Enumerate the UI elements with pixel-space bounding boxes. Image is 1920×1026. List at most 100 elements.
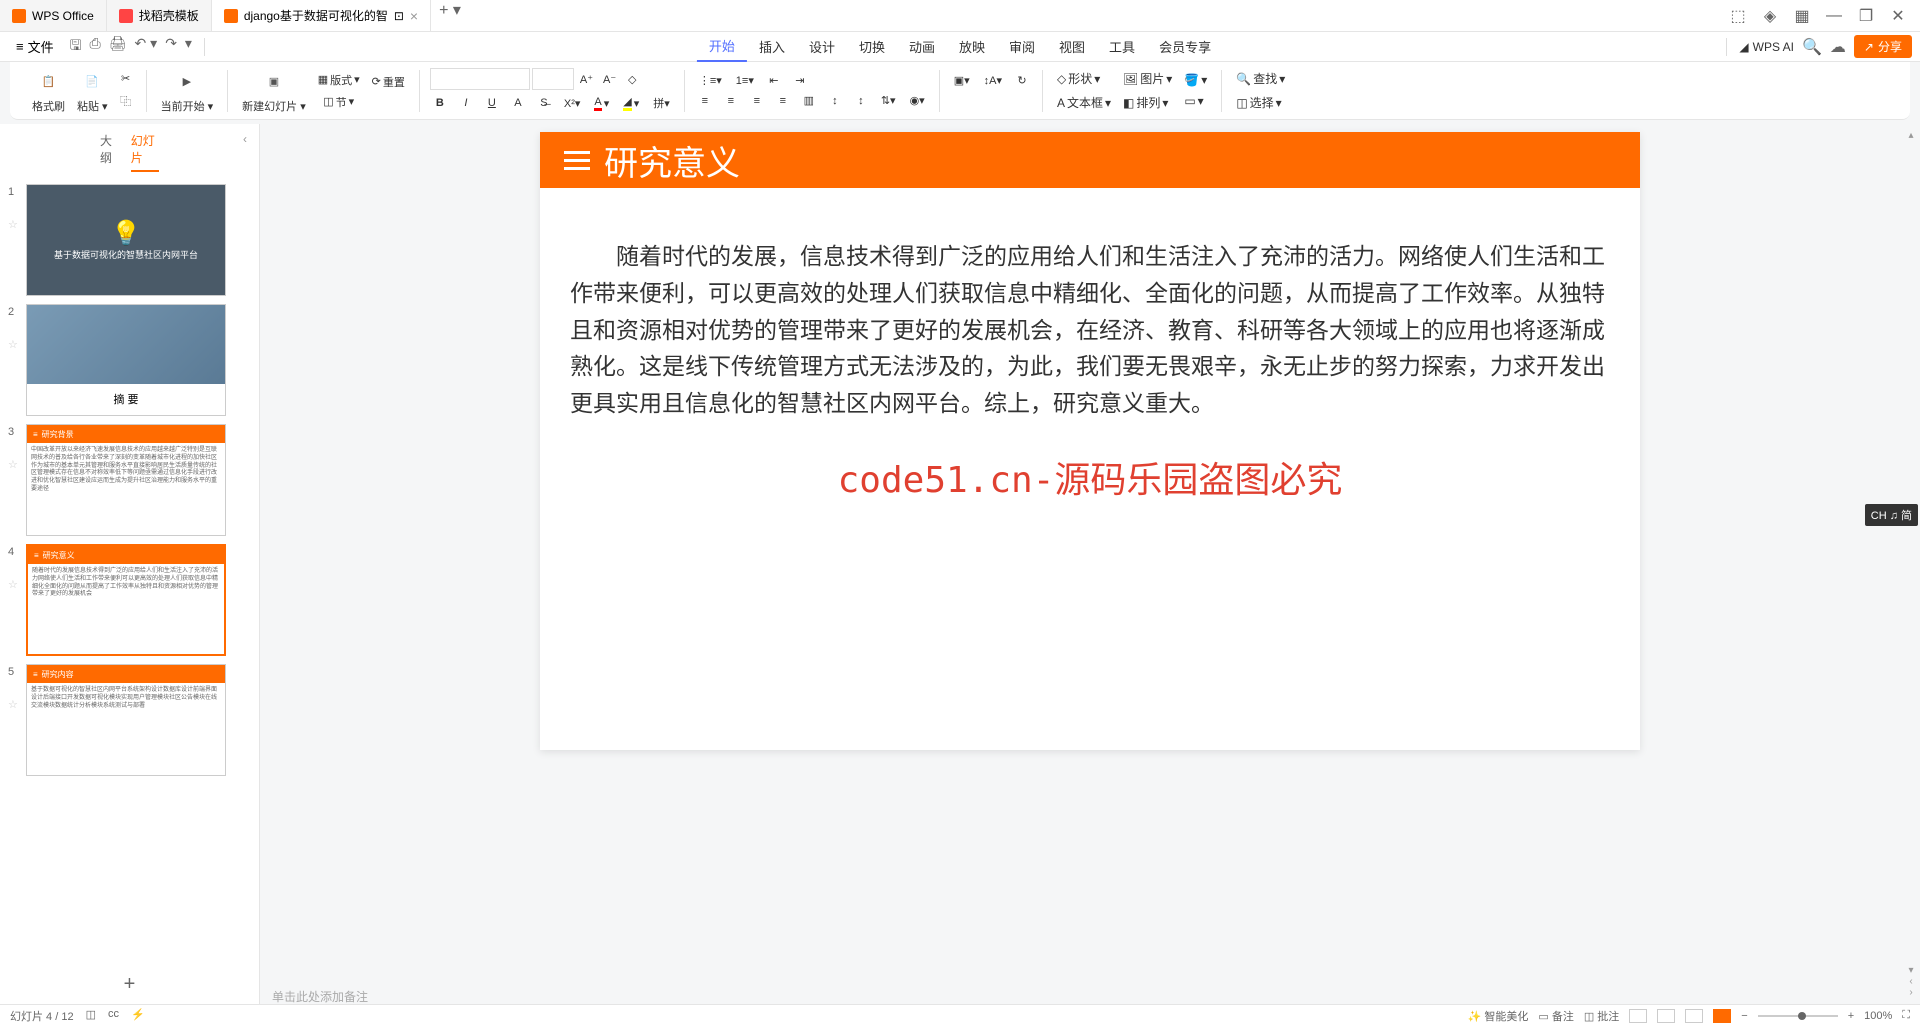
bullets-button[interactable]: ⋮≡▾	[695, 72, 726, 89]
text-direction-button[interactable]: ◉▾	[906, 92, 929, 109]
smart-beautify-button[interactable]: ✨ 智能美化	[1468, 1008, 1529, 1024]
close-icon[interactable]: ×	[410, 8, 418, 24]
outline-tab-slides[interactable]: 幻灯片	[131, 132, 159, 172]
file-menu[interactable]: ≡ 文件	[8, 37, 62, 56]
share-button[interactable]: ↗ 分享	[1854, 35, 1912, 58]
bold-button[interactable]: B	[430, 93, 450, 113]
find-button[interactable]: 🔍查找 ▾	[1232, 68, 1289, 89]
slide-title[interactable]: 研究意义	[604, 136, 740, 185]
decrease-indent-button[interactable]: ⇤	[764, 72, 784, 89]
body-paragraph[interactable]: 随着时代的发展，信息技术得到广泛的应用给人们和生活注入了充沛的活力。网络使人们生…	[570, 238, 1610, 422]
superscript-button[interactable]: X²▾	[560, 93, 585, 113]
slide-body[interactable]: 随着时代的发展，信息技术得到广泛的应用给人们和生活注入了充沛的活力。网络使人们生…	[540, 188, 1640, 750]
app-tab-template[interactable]: 找稻壳模板	[107, 0, 212, 31]
menu-review[interactable]: 审阅	[997, 32, 1047, 62]
slide-thumb-3[interactable]: 3☆ ≡研究背景 中国改革开放以来经济飞速发展信息技术的应用越来越广泛特别是互联…	[8, 424, 251, 536]
print-preview-icon[interactable]: 🖨	[109, 35, 127, 59]
zoom-out-button[interactable]: −	[1741, 1010, 1747, 1022]
star-icon[interactable]: ☆	[8, 438, 20, 471]
fill-button[interactable]: 🪣▾	[1180, 71, 1211, 89]
menu-slideshow[interactable]: 放映	[947, 32, 997, 62]
align-right-button[interactable]: ≡	[747, 92, 767, 109]
copy-button[interactable]: ⿻	[116, 91, 136, 111]
layout-button[interactable]: ▦版式 ▾	[314, 70, 364, 90]
menu-tools[interactable]: 工具	[1097, 32, 1147, 62]
print-icon[interactable]: ⎙	[90, 35, 101, 59]
thumb-preview[interactable]: 摘 要	[26, 304, 226, 416]
thumb-preview[interactable]: ≡研究内容 基于数据可视化的智慧社区内网平台系统架构设计数据库设计前端界面设计后…	[26, 664, 226, 776]
status-icon-3[interactable]: ⚡	[131, 1008, 145, 1024]
numbering-button[interactable]: 1≡▾	[732, 72, 758, 89]
slideshow-from-current-button[interactable]: ▶ 当前开始 ▾	[157, 66, 218, 116]
zoom-slider[interactable]	[1758, 1015, 1838, 1017]
text-dir-button[interactable]: ↕A▾	[980, 72, 1006, 89]
redo-icon[interactable]: ↷	[165, 35, 177, 59]
shadow-button[interactable]: A	[508, 93, 528, 113]
view-normal-button[interactable]	[1629, 1009, 1647, 1023]
underline-button[interactable]: U	[482, 93, 502, 113]
strikethrough-button[interactable]: S̶	[534, 93, 554, 113]
view-slideshow-button[interactable]	[1713, 1009, 1731, 1023]
status-icon-1[interactable]: ◫	[86, 1008, 96, 1024]
format-painter-button[interactable]: 📋 格式刷	[28, 66, 69, 116]
outline-tab-outline[interactable]: 大纲	[100, 132, 119, 172]
slide-thumb-5[interactable]: 5☆ ≡研究内容 基于数据可视化的智慧社区内网平台系统架构设计数据库设计前端界面…	[8, 664, 251, 776]
app-tab-wps[interactable]: WPS Office	[0, 0, 107, 31]
thumb-preview[interactable]: 💡 基于数据可视化的智慧社区内网平台	[26, 184, 226, 296]
menu-design[interactable]: 设计	[797, 32, 847, 62]
thumb-preview[interactable]: ≡研究背景 中国改革开放以来经济飞速发展信息技术的应用越来越广泛特别是互联网技术…	[26, 424, 226, 536]
fit-window-button[interactable]: ⛶	[1902, 1009, 1910, 1022]
add-slide-button[interactable]: +	[0, 965, 259, 1004]
comments-toggle[interactable]: ◫ 批注	[1584, 1008, 1619, 1024]
star-icon[interactable]: ☆	[8, 558, 20, 591]
columns-button[interactable]: ▥	[799, 92, 819, 109]
select-button[interactable]: ◫选择 ▾	[1232, 92, 1289, 113]
vert-align-button[interactable]: ▣▾	[950, 72, 974, 89]
star-icon[interactable]: ☆	[8, 678, 20, 711]
menu-vip[interactable]: 会员专享	[1147, 32, 1223, 62]
maximize-icon[interactable]: ❐	[1852, 2, 1880, 30]
save-icon[interactable]: 🖫	[70, 35, 82, 59]
align-center-button[interactable]: ≡	[721, 92, 741, 109]
align-justify-button[interactable]: ≡	[773, 92, 793, 109]
app-tab-document[interactable]: django基于数据可视化的智 ⊡ ×	[212, 0, 431, 31]
slide-thumb-4[interactable]: 4☆ ≡研究意义 随着时代的发展信息技术得到广泛的应用给人们和生活注入了充沛的活…	[8, 544, 251, 656]
search-icon[interactable]: 🔍	[1802, 37, 1822, 57]
tab-preview-icon[interactable]: ⊡	[394, 9, 404, 23]
wps-ai-button[interactable]: ◢ WPS AI	[1739, 40, 1794, 54]
cut-button[interactable]: ✂	[116, 70, 136, 87]
line-height-up-button[interactable]: ↕	[825, 92, 845, 109]
win-btn-3[interactable]: ▦	[1788, 2, 1816, 30]
chevron-left-icon[interactable]: ‹	[243, 132, 247, 146]
zoom-level[interactable]: 100%	[1864, 1010, 1892, 1022]
star-icon[interactable]: ☆	[8, 318, 20, 351]
section-button[interactable]: ◫节 ▾	[314, 92, 364, 112]
reset-button[interactable]: ⟳重置	[368, 72, 409, 92]
arrange-button[interactable]: ◧排列 ▾	[1119, 92, 1176, 113]
convert-button[interactable]: ↻	[1012, 72, 1032, 89]
notes-toggle[interactable]: ▭ 备注	[1538, 1008, 1573, 1024]
menu-transition[interactable]: 切换	[847, 32, 897, 62]
menu-insert[interactable]: 插入	[747, 32, 797, 62]
textbox-button[interactable]: A文本框 ▾	[1053, 92, 1115, 113]
clear-format-button[interactable]: ◇	[622, 68, 642, 90]
increase-font-button[interactable]: A⁺	[576, 68, 597, 90]
cloud-icon[interactable]: ☁	[1830, 37, 1846, 57]
slide-thumb-1[interactable]: 1☆ 💡 基于数据可视化的智慧社区内网平台	[8, 184, 251, 296]
win-btn-1[interactable]: ⬚	[1724, 2, 1752, 30]
slide-thumb-2[interactable]: 2☆ 摘 要	[8, 304, 251, 416]
view-reading-button[interactable]	[1685, 1009, 1703, 1023]
line-spacing-button[interactable]: ⇅▾	[877, 92, 900, 109]
picture-button[interactable]: 🖼图片 ▾	[1119, 68, 1176, 89]
font-size-select[interactable]	[532, 68, 574, 90]
align-left-button[interactable]: ≡	[695, 92, 715, 109]
font-color-button[interactable]: A▾	[590, 93, 613, 113]
undo-icon[interactable]: ↶ ▾	[135, 35, 158, 59]
menu-animation[interactable]: 动画	[897, 32, 947, 62]
star-icon[interactable]: ☆	[8, 198, 20, 231]
paste-button[interactable]: 📄 粘贴 ▾	[73, 66, 112, 116]
minimize-icon[interactable]: —	[1820, 2, 1848, 30]
font-family-select[interactable]	[430, 68, 530, 90]
scroll-down-icon[interactable]: ▾‹›	[1904, 965, 1918, 998]
more-icon[interactable]: ▾	[185, 35, 192, 59]
